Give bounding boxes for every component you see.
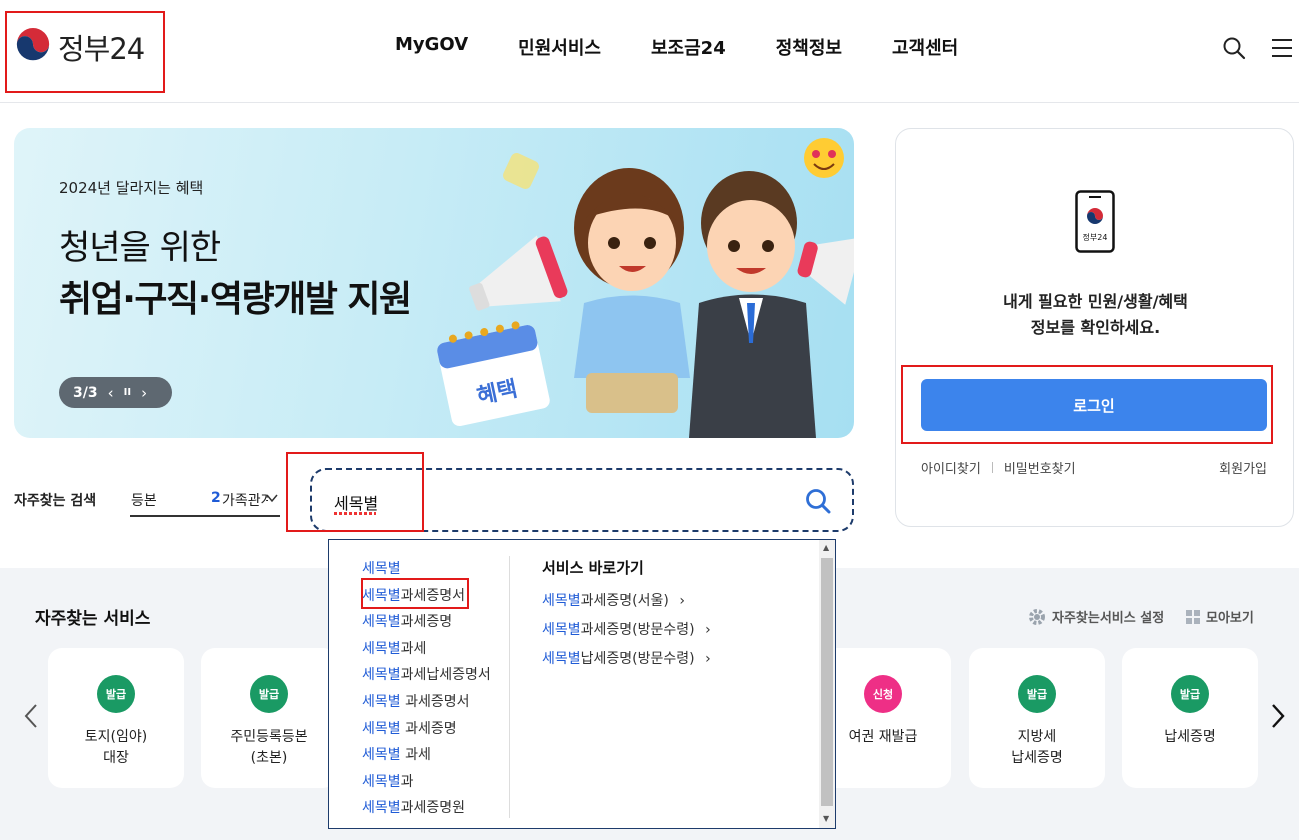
scrollbar-thumb[interactable] [821, 558, 833, 806]
service-name-line1: 납세증명 [1164, 729, 1216, 745]
service-name: 토지(임야) 대장 [52, 727, 180, 769]
autocomplete-divider [509, 556, 510, 818]
shortcut-link[interactable]: 세목별과세증명(서울) › [542, 587, 711, 616]
issue-badge: 발급 [97, 675, 135, 713]
frequent-keyword-deungbon[interactable]: 등본 [131, 490, 157, 510]
frequent-search-label: 자주찾는 검색 [14, 493, 97, 509]
banner-next-button[interactable]: › [141, 384, 147, 402]
suggestion-item[interactable]: 세목별과세증명원 [362, 795, 491, 822]
banner-subtitle: 2024년 달라지는 혜택 [59, 179, 204, 197]
gear-icon [1029, 608, 1045, 625]
nav-civil-service[interactable]: 민원서비스 [518, 34, 601, 60]
chevron-left-icon[interactable] [22, 702, 40, 730]
divider [991, 462, 993, 473]
view-all-label: 모아보기 [1206, 611, 1254, 626]
login-links: 아이디찾기 비밀번호찾기 회원가입 [921, 458, 1267, 477]
suggestion-item[interactable]: 세목별과세증명서 [362, 583, 491, 610]
menu-icon[interactable] [1270, 36, 1294, 60]
autocomplete-dropdown: 세목별 세목별과세증명서 세목별과세증명 세목별과세 세목별과세납세증명서 세목… [328, 539, 836, 829]
frequent-keyword-family[interactable]: 가족관계 [222, 490, 268, 510]
login-card: 정부24 내게 필요한 민원/생활/혜택 정보를 확인하세요. 로그인 아이디찾… [895, 128, 1294, 527]
services-settings-button[interactable]: 자주찾는서비스 설정 [1028, 607, 1164, 626]
find-password-link[interactable]: 비밀번호찾기 [1004, 458, 1076, 477]
nav-mygov[interactable]: MyGOV [395, 34, 468, 60]
gov24-logo[interactable]: 정부24 [14, 26, 145, 68]
nav-policy-info[interactable]: 정책정보 [776, 34, 842, 60]
suggestion-item[interactable]: 세목별과세납세증명서 [362, 662, 491, 689]
search-submit-icon[interactable] [805, 488, 831, 514]
phone-gov24-icon: 정부24 [1075, 190, 1115, 253]
issue-badge: 발급 [250, 675, 288, 713]
banner-title-line2: 취업·구직·역량개발 지원 [59, 279, 412, 320]
login-message-line2: 정보를 확인하세요. [1030, 318, 1161, 337]
shortcut-list: 세목별과세증명(서울) › 세목별과세증명(방문수령) › 세목별납세증명(방문… [542, 587, 711, 674]
autocomplete-list: 세목별 세목별과세증명서 세목별과세증명 세목별과세 세목별과세납세증명서 세목… [362, 556, 491, 822]
shortcut-link[interactable]: 세목별과세증명(방문수령) › [542, 616, 711, 645]
view-all-button[interactable]: 모아보기 [1186, 607, 1254, 626]
nav-subsidy24[interactable]: 보조금24 [651, 34, 726, 60]
service-name-line2: (초본) [250, 750, 288, 766]
issue-badge: 발급 [1018, 675, 1056, 713]
services-settings-label: 자주찾는서비스 설정 [1052, 611, 1165, 626]
phone-label: 정부24 [1083, 232, 1108, 242]
apply-badge: 신청 [864, 675, 902, 713]
frequent-search-underline [130, 515, 280, 517]
service-card-tax-payment-certificate[interactable]: 발급 납세증명 [1122, 648, 1258, 788]
frequent-keyword-rank: 2 [211, 490, 221, 506]
hero-banner[interactable]: 2024년 달라지는 혜택 청년을 위한 취업·구직·역량개발 지원 3/3 ‹… [14, 128, 854, 438]
logo-text: 정부24 [58, 32, 145, 66]
service-name-line2: 납세증명 [1011, 750, 1063, 766]
banner-pager: 3/3 [73, 384, 98, 401]
suggestion-item[interactable]: 세목별 과세 [362, 742, 491, 769]
suggestion-item[interactable]: 세목별과세증명 [362, 609, 491, 636]
scroll-down-icon[interactable]: ▼ [823, 814, 829, 823]
banner-pause-button[interactable]: II [124, 387, 131, 398]
scroll-up-icon[interactable]: ▲ [823, 543, 829, 552]
grid-icon [1186, 609, 1200, 624]
search-icon[interactable] [1222, 36, 1246, 60]
banner-illustration: 혜택 [437, 138, 854, 438]
service-card-land-register[interactable]: 발급 토지(임야) 대장 [48, 648, 184, 788]
join-link[interactable]: 회원가입 [1219, 458, 1267, 477]
banner-controls: 3/3 ‹ II › [59, 377, 172, 408]
login-button[interactable]: 로그인 [921, 379, 1267, 431]
service-name: 주민등록등본 (초본) [205, 727, 333, 769]
service-name-line2: 대장 [103, 750, 129, 766]
service-name-line1: 주민등록등본 [230, 729, 308, 745]
service-card-resident-register[interactable]: 발급 주민등록등본 (초본) [201, 648, 337, 788]
login-message: 내게 필요한 민원/생활/혜택 정보를 확인하세요. [896, 289, 1295, 341]
shortcut-link[interactable]: 세목별납세증명(방문수령) › [542, 645, 711, 674]
site-header: 정부24 MyGOV 민원서비스 보조금24 정책정보 고객센터 [0, 0, 1299, 103]
chevron-right-icon[interactable] [1269, 702, 1287, 730]
taegeuk-emblem-icon [14, 28, 52, 66]
main-nav: MyGOV 민원서비스 보조금24 정책정보 고객센터 [395, 34, 1008, 60]
login-message-line1: 내게 필요한 민원/생활/혜택 [1003, 292, 1188, 311]
chevron-down-icon[interactable] [266, 493, 278, 503]
suggestion-item[interactable]: 세목별 과세증명 [362, 716, 491, 743]
shortcut-title: 서비스 바로가기 [542, 559, 644, 577]
suggestion-item[interactable]: 세목별 과세증명서 [362, 689, 491, 716]
service-name: 여권 재발급 [819, 727, 947, 748]
issue-badge: 발급 [1171, 675, 1209, 713]
frequent-services-title: 자주찾는 서비스 [35, 609, 151, 629]
dropdown-scrollbar[interactable]: ▲ ▼ [819, 540, 835, 828]
suggestion-item[interactable]: 세목별과세 [362, 636, 491, 663]
service-name-line1: 여권 재발급 [848, 729, 918, 745]
service-name: 납세증명 [1126, 727, 1254, 748]
service-card-local-tax-certificate[interactable]: 발급 지방세 납세증명 [969, 648, 1105, 788]
service-name-line1: 토지(임야) [84, 729, 148, 745]
service-name-line1: 지방세 [1017, 729, 1057, 745]
banner-prev-button[interactable]: ‹ [108, 384, 114, 402]
service-name: 지방세 납세증명 [973, 727, 1101, 769]
banner-title-line1: 청년을 위한 [59, 228, 221, 268]
search-input[interactable] [334, 490, 794, 514]
find-id-link[interactable]: 아이디찾기 [921, 458, 981, 477]
suggestion-item[interactable]: 세목별 [362, 556, 491, 583]
search-box [310, 468, 854, 532]
suggestion-item[interactable]: 세목별과 [362, 769, 491, 796]
spellcheck-underline [334, 512, 376, 515]
nav-customer-center[interactable]: 고객센터 [892, 34, 958, 60]
